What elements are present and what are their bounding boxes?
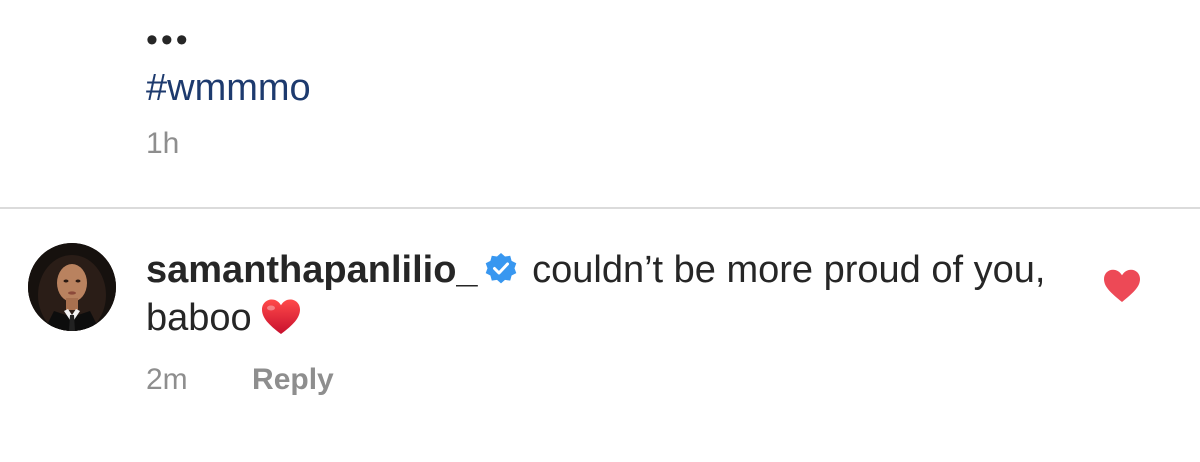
- divider: [0, 207, 1200, 209]
- more-options-button[interactable]: •••: [146, 20, 191, 60]
- like-heart-icon[interactable]: [1102, 268, 1142, 304]
- avatar[interactable]: [28, 243, 116, 331]
- comment-meta-row: 2m Reply: [146, 358, 334, 402]
- comment-username[interactable]: samanthapanlilio_: [146, 249, 478, 291]
- red-heart-emoji: [260, 298, 302, 336]
- comment-body: samanthapanlilio_ couldn’t be more proud…: [146, 246, 1076, 342]
- hashtag-link[interactable]: #wmmmo: [146, 64, 311, 112]
- post-timestamp: 1h: [146, 127, 180, 160]
- verified-badge-icon: [484, 252, 518, 286]
- comment-timestamp: 2m: [146, 363, 188, 396]
- reply-button[interactable]: Reply: [252, 358, 334, 402]
